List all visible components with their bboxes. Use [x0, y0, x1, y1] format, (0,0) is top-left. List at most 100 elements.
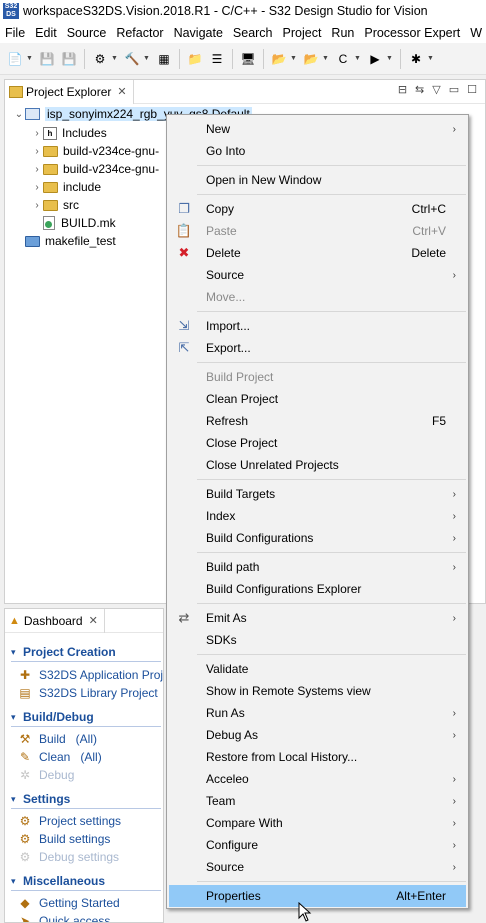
- chevron-right-icon[interactable]: ›: [31, 128, 43, 139]
- menu-processor-expert[interactable]: Processor Expert: [359, 26, 465, 40]
- dashboard-section-settings[interactable]: ▾ Settings: [11, 792, 70, 806]
- dashboard-link[interactable]: ✚ S32DS Application Project: [17, 668, 163, 682]
- dashboard-link[interactable]: ⚙ Project settings: [17, 814, 121, 828]
- dashboard-link[interactable]: ✎ Clean (All): [17, 750, 102, 764]
- menu-item-new[interactable]: New ›: [169, 118, 466, 140]
- chevron-down-icon[interactable]: ▾: [11, 876, 23, 887]
- collapse-all-icon[interactable]: ⊟: [398, 83, 407, 96]
- menu-item-go-into[interactable]: Go Into: [169, 140, 466, 162]
- menu-w[interactable]: W: [465, 26, 486, 40]
- menu-item-close-project[interactable]: Close Project: [169, 432, 466, 454]
- menu-item-compare-with[interactable]: Compare With ›: [169, 812, 466, 834]
- menu-item-sdks[interactable]: SDKs: [169, 629, 466, 651]
- menu-item-configure[interactable]: Configure ›: [169, 834, 466, 856]
- chevron-down-icon[interactable]: ▼: [111, 55, 118, 62]
- tree-item[interactable]: BUILD.mk: [31, 214, 116, 232]
- menu-file[interactable]: File: [0, 26, 30, 40]
- menu-item-build-configurations-explorer[interactable]: Build Configurations Explorer: [169, 578, 466, 600]
- chevron-down-icon[interactable]: ▼: [26, 55, 33, 62]
- chevron-down-icon[interactable]: ▼: [427, 55, 434, 62]
- menu-item-source[interactable]: Source ›: [169, 856, 466, 878]
- maximize-icon[interactable]: ☐: [467, 83, 477, 96]
- new-class-icon[interactable]: C: [334, 50, 352, 68]
- menu-item-properties[interactable]: Properties Alt+Enter: [169, 885, 466, 907]
- save-all-icon[interactable]: 💾: [60, 50, 78, 68]
- tree-item[interactable]: › h Includes: [31, 124, 106, 142]
- menu-item-show-in-remote-systems-view[interactable]: Show in Remote Systems view: [169, 680, 466, 702]
- menu-project[interactable]: Project: [278, 26, 327, 40]
- chevron-down-icon[interactable]: ⌄: [13, 109, 25, 120]
- chevron-right-icon[interactable]: ›: [31, 200, 43, 211]
- chevron-right-icon[interactable]: ›: [31, 182, 43, 193]
- dashboard-link[interactable]: ➤ Quick access: [17, 914, 110, 922]
- new-source-folder-icon[interactable]: 📂: [302, 50, 320, 68]
- layers-icon[interactable]: ☰: [208, 50, 226, 68]
- dashboard-section-build-debug[interactable]: ▾ Build/Debug: [11, 710, 94, 724]
- dashboard-link[interactable]: ⚙ Build settings: [17, 832, 111, 846]
- dashboard-link[interactable]: ⚒ Build (All): [17, 732, 97, 746]
- menu-item-refresh[interactable]: Refresh F5: [169, 410, 466, 432]
- monitor-icon[interactable]: 🖥: [239, 50, 257, 68]
- menu-item-team[interactable]: Team ›: [169, 790, 466, 812]
- view-menu-icon[interactable]: ▽: [432, 83, 440, 96]
- debug-icon[interactable]: ✱: [407, 50, 425, 68]
- chevron-down-icon[interactable]: ▼: [322, 55, 329, 62]
- new-project-icon[interactable]: 📁: [186, 50, 204, 68]
- chevron-down-icon[interactable]: ▼: [143, 55, 150, 62]
- gear-icon[interactable]: ⚙: [91, 50, 109, 68]
- chevron-down-icon[interactable]: ▾: [11, 794, 23, 805]
- dashboard-section-miscellaneous[interactable]: ▾ Miscellaneous: [11, 874, 105, 888]
- menu-item-delete[interactable]: ✖ Delete Delete: [169, 242, 466, 264]
- menu-item-index[interactable]: Index ›: [169, 505, 466, 527]
- menu-item-close-unrelated-projects[interactable]: Close Unrelated Projects: [169, 454, 466, 476]
- binary-icon[interactable]: ▦: [155, 50, 173, 68]
- chevron-down-icon[interactable]: ▼: [354, 55, 361, 62]
- run-icon[interactable]: ▶: [366, 50, 384, 68]
- close-icon[interactable]: ✕: [117, 85, 126, 98]
- menu-item-source[interactable]: Source ›: [169, 264, 466, 286]
- menu-item-validate[interactable]: Validate: [169, 658, 466, 680]
- close-icon[interactable]: ✕: [89, 614, 98, 627]
- chevron-down-icon[interactable]: ▼: [386, 55, 393, 62]
- menu-navigate[interactable]: Navigate: [169, 26, 228, 40]
- menu-item-acceleo[interactable]: Acceleo ›: [169, 768, 466, 790]
- tree-item[interactable]: makefile_test: [13, 232, 116, 250]
- menu-refactor[interactable]: Refactor: [111, 26, 168, 40]
- tab-project-explorer[interactable]: Project Explorer ✕: [5, 79, 134, 104]
- menu-edit[interactable]: Edit: [30, 26, 62, 40]
- chevron-right-icon[interactable]: ›: [31, 146, 43, 157]
- menu-item-build-configurations[interactable]: Build Configurations ›: [169, 527, 466, 549]
- menu-item-run-as[interactable]: Run As ›: [169, 702, 466, 724]
- menu-item-build-path[interactable]: Build path ›: [169, 556, 466, 578]
- minimize-icon[interactable]: ▭: [449, 83, 459, 96]
- tab-dashboard[interactable]: ▲ Dashboard ✕: [5, 609, 105, 633]
- menu-item-open-in-new-window[interactable]: Open in New Window: [169, 169, 466, 191]
- dashboard-link[interactable]: ▤ S32DS Library Project: [17, 686, 157, 700]
- menu-item-copy[interactable]: ❐ Copy Ctrl+C: [169, 198, 466, 220]
- chevron-down-icon[interactable]: ▾: [11, 647, 23, 658]
- dashboard-link[interactable]: ◆ Getting Started: [17, 896, 119, 910]
- menu-item-restore-from-local-history[interactable]: Restore from Local History...: [169, 746, 466, 768]
- menu-item-build-targets[interactable]: Build Targets ›: [169, 483, 466, 505]
- chevron-right-icon[interactable]: ›: [31, 164, 43, 175]
- tree-item[interactable]: › include: [31, 178, 101, 196]
- menu-item-export[interactable]: ⇱ Export...: [169, 337, 466, 359]
- tree-item[interactable]: › build-v234ce-gnu-: [31, 142, 159, 160]
- dashboard-section-project-creation[interactable]: ▾ Project Creation: [11, 645, 116, 659]
- menu-run[interactable]: Run: [326, 26, 359, 40]
- menu-source[interactable]: Source: [62, 26, 112, 40]
- menu-item-emit-as[interactable]: ⇄ Emit As ›: [169, 607, 466, 629]
- tree-item[interactable]: › src: [31, 196, 79, 214]
- menu-item-clean-project[interactable]: Clean Project: [169, 388, 466, 410]
- menu-search[interactable]: Search: [228, 26, 278, 40]
- link-with-editor-icon[interactable]: ⇆: [415, 83, 424, 96]
- menu-item-import[interactable]: ⇲ Import...: [169, 315, 466, 337]
- new-wizard-icon[interactable]: 📄: [6, 50, 24, 68]
- save-icon[interactable]: 💾: [38, 50, 56, 68]
- hammer-icon[interactable]: 🔨: [123, 50, 141, 68]
- menu-item-debug-as[interactable]: Debug As ›: [169, 724, 466, 746]
- new-folder-icon[interactable]: 📂: [270, 50, 288, 68]
- tree-item[interactable]: › build-v234ce-gnu-: [31, 160, 159, 178]
- chevron-down-icon[interactable]: ▾: [11, 712, 23, 723]
- chevron-down-icon[interactable]: ▼: [290, 55, 297, 62]
